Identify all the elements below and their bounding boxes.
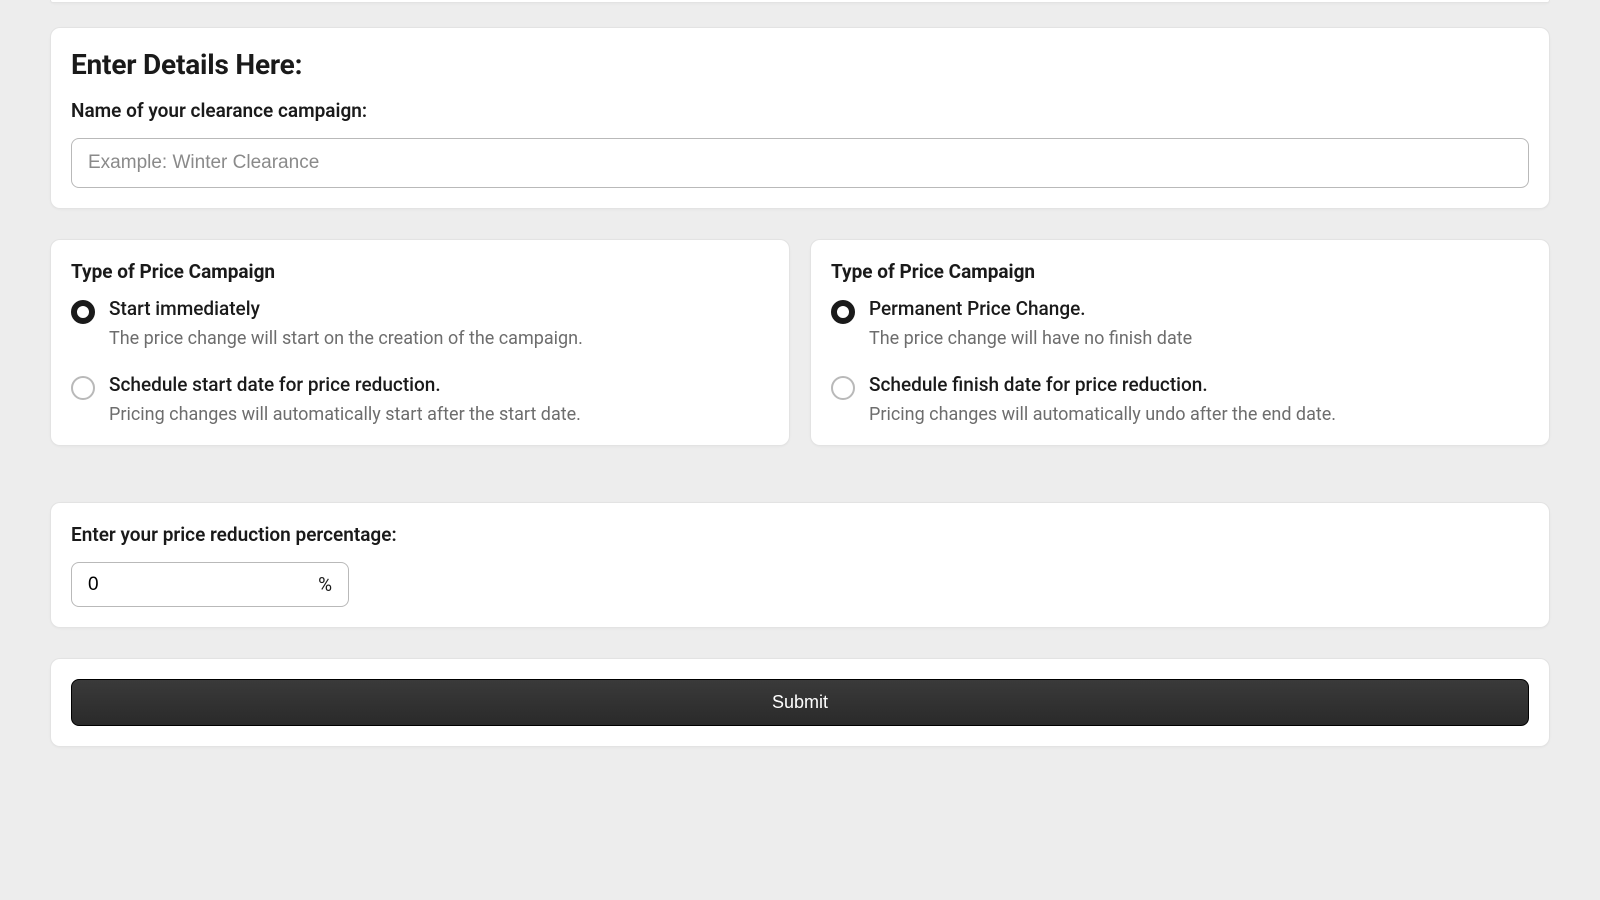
finish-type-title: Type of Price Campaign — [831, 260, 1529, 283]
radio-description: The price change will have no finish dat… — [869, 328, 1529, 349]
start-type-title: Type of Price Campaign — [71, 260, 769, 283]
radio-icon — [71, 300, 95, 324]
previous-card-bottom-edge — [50, 0, 1550, 3]
radio-text-group: Start immediately The price change will … — [109, 297, 769, 349]
radio-label: Schedule start date for price reduction. — [109, 373, 769, 396]
radio-label: Start immediately — [109, 297, 769, 320]
radio-text-group: Permanent Price Change. The price change… — [869, 297, 1529, 349]
start-option-immediately[interactable]: Start immediately The price change will … — [71, 297, 769, 349]
campaign-name-label: Name of your clearance campaign: — [71, 99, 1529, 122]
percentage-input-wrap: % — [71, 562, 349, 607]
radio-text-group: Schedule start date for price reduction.… — [109, 373, 769, 425]
finish-type-card: Type of Price Campaign Permanent Price C… — [810, 239, 1550, 446]
submit-card: Submit — [50, 658, 1550, 747]
percentage-suffix: % — [318, 573, 332, 596]
radio-icon — [831, 300, 855, 324]
radio-text-group: Schedule finish date for price reduction… — [869, 373, 1529, 425]
radio-icon — [831, 376, 855, 400]
submit-button[interactable]: Submit — [71, 679, 1529, 726]
finish-option-permanent[interactable]: Permanent Price Change. The price change… — [831, 297, 1529, 349]
campaign-name-input[interactable] — [71, 138, 1529, 188]
start-type-card: Type of Price Campaign Start immediately… — [50, 239, 790, 446]
details-heading: Enter Details Here: — [71, 48, 1529, 81]
details-card: Enter Details Here: Name of your clearan… — [50, 27, 1550, 209]
start-option-schedule[interactable]: Schedule start date for price reduction.… — [71, 373, 769, 425]
percentage-card: Enter your price reduction percentage: % — [50, 502, 1550, 628]
finish-option-schedule[interactable]: Schedule finish date for price reduction… — [831, 373, 1529, 425]
radio-label: Schedule finish date for price reduction… — [869, 373, 1529, 396]
radio-icon — [71, 376, 95, 400]
radio-description: The price change will start on the creat… — [109, 328, 769, 349]
radio-description: Pricing changes will automatically undo … — [869, 404, 1529, 425]
percentage-input[interactable] — [88, 574, 288, 596]
campaign-type-row: Type of Price Campaign Start immediately… — [50, 239, 1550, 446]
radio-description: Pricing changes will automatically start… — [109, 404, 769, 425]
percentage-label: Enter your price reduction percentage: — [71, 523, 1529, 546]
radio-label: Permanent Price Change. — [869, 297, 1529, 320]
